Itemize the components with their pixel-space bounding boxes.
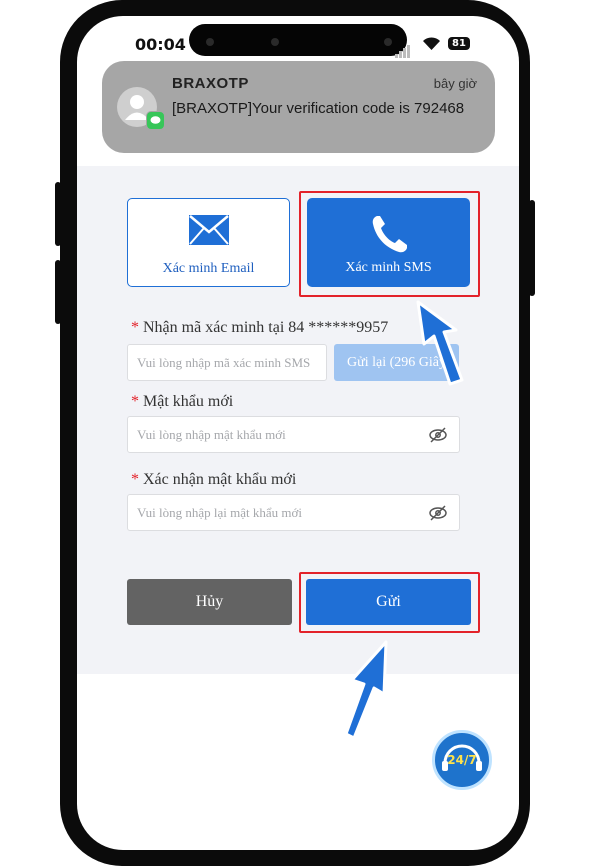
new-password-input[interactable]: Vui lòng nhập mật khẩu mới — [127, 416, 460, 453]
new-password-placeholder: Vui lòng nhập mật khẩu mới — [137, 427, 286, 442]
camera-dot — [384, 38, 392, 46]
dynamic-island — [189, 24, 407, 56]
sms-notification[interactable]: BRAXOTP bây giờ [BRAXOTP]Your verificati… — [102, 61, 495, 153]
signal-icon — [395, 40, 411, 58]
submit-button-highlight — [299, 572, 480, 633]
phone-power-button — [529, 200, 535, 296]
required-mark: * — [131, 393, 139, 410]
notification-message: [BRAXOTP]Your verification code is 79246… — [172, 100, 465, 117]
verification-code-input[interactable]: Vui lòng nhập mã xác minh SMS — [127, 344, 327, 381]
required-mark: * — [131, 319, 139, 336]
wifi-icon — [423, 37, 440, 50]
confirm-password-label-text: Xác nhận mật khẩu mới — [143, 471, 297, 488]
phone-screen: 00:04 81 BRAXOTP bây giờ [BRAXOTP]Your v… — [77, 16, 519, 850]
new-password-label: * Mật khẩu mới — [131, 393, 233, 411]
verification-code-label: * Nhận mã xác minh tại 84 ******9957 — [131, 319, 388, 337]
sms-tab-highlight — [299, 191, 480, 297]
arrow-pointer-icon — [344, 640, 388, 740]
eye-slash-icon[interactable] — [429, 426, 447, 444]
required-mark: * — [131, 471, 139, 488]
camera-dot — [271, 38, 279, 46]
eye-slash-icon[interactable] — [429, 504, 447, 522]
tab-email-verification[interactable]: Xác minh Email — [127, 198, 290, 287]
camera-dot — [206, 38, 214, 46]
support-chat-button[interactable]: 24/7 — [432, 730, 492, 790]
tab-email-label: Xác minh Email — [162, 261, 255, 276]
status-time: 00:04 — [135, 35, 186, 54]
cancel-button[interactable]: Hủy — [127, 579, 292, 625]
verification-code-label-text: Nhận mã xác minh tại 84 ******9957 — [143, 319, 389, 336]
support-label: 24/7 — [447, 753, 477, 767]
notification-time: bây giờ — [433, 76, 477, 91]
notification-sender: BRAXOTP — [172, 75, 249, 92]
phone-side-button — [55, 182, 61, 246]
confirm-password-placeholder: Vui lòng nhập lại mật khẩu mới — [137, 505, 302, 520]
battery-icon: 81 — [448, 37, 470, 50]
confirm-password-input[interactable]: Vui lòng nhập lại mật khẩu mới — [127, 494, 460, 531]
envelope-icon — [188, 215, 229, 245]
new-password-label-text: Mật khẩu mới — [143, 393, 234, 410]
messages-app-icon — [146, 111, 165, 130]
phone-side-button — [55, 260, 61, 324]
confirm-password-label: * Xác nhận mật khẩu mới — [131, 471, 296, 489]
arrow-pointer-icon — [416, 300, 464, 386]
status-bar: 00:04 81 — [77, 16, 519, 64]
